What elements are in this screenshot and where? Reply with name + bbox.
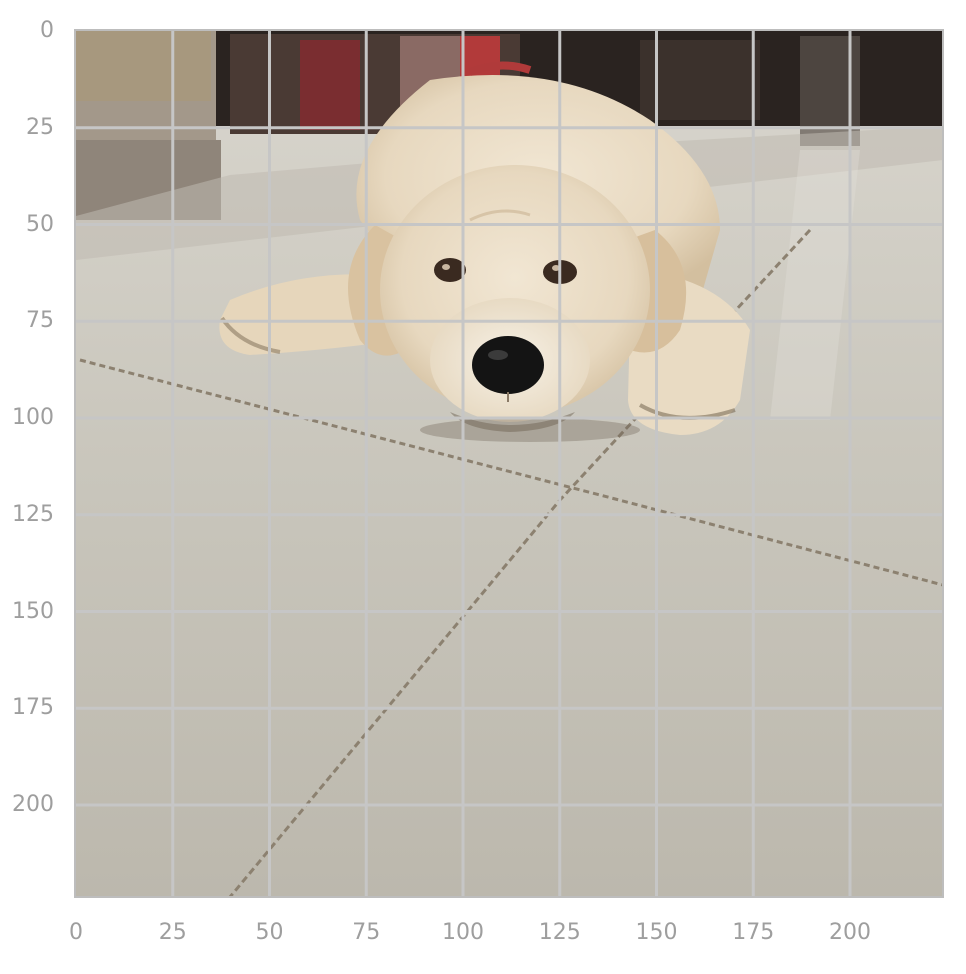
x-tick-label: 25: [158, 920, 187, 945]
x-tick-label: 100: [442, 920, 484, 945]
x-tick-label: 50: [255, 920, 284, 945]
nose: [472, 336, 544, 394]
y-tick-label: 100: [12, 405, 54, 430]
y-tick-label: 50: [26, 211, 54, 237]
x-tick-label: 200: [829, 920, 871, 945]
x-tick-label: 150: [635, 920, 678, 945]
x-tick-label: 175: [732, 920, 775, 945]
y-tick-label: 150: [12, 598, 54, 624]
x-tick-label: 125: [538, 920, 581, 945]
y-tick-label: 200: [12, 792, 54, 817]
x-tick-label: 75: [352, 920, 381, 945]
plot-area: [74, 29, 944, 898]
dog-photo: [76, 31, 943, 897]
y-tick-label: 75: [26, 308, 54, 334]
y-tick-label: 25: [26, 114, 54, 140]
x-tick-label: 0: [69, 920, 83, 945]
y-tick-label: 175: [12, 695, 54, 721]
y-tick-label: 125: [12, 501, 54, 527]
y-tick-label: 0: [40, 18, 54, 43]
image-figure: 0 25 50 75 100 125 150 175 200 0 25 50 75 100 125 150 1…: [0, 0, 966, 970]
left-eye: [434, 258, 466, 282]
